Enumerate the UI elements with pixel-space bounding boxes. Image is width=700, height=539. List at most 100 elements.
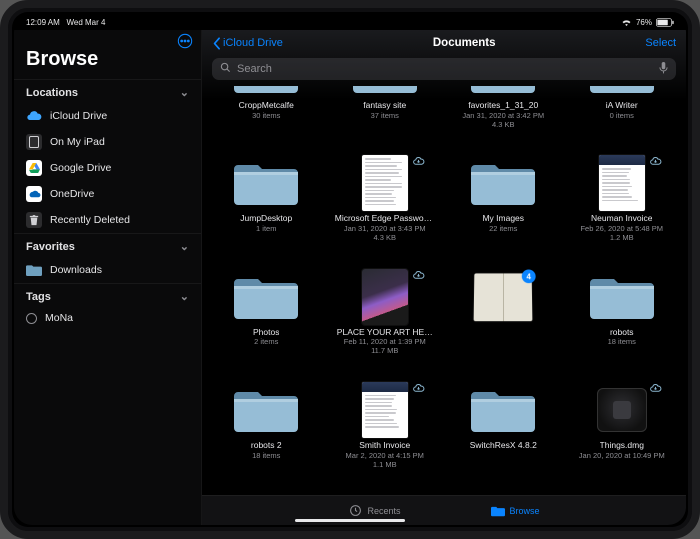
file-item[interactable]: favorites_1_31_20Jan 31, 2020 at 3:42 PM… — [453, 86, 554, 149]
file-item[interactable]: fantasy site37 items — [335, 86, 436, 149]
file-item[interactable]: Microsoft Edge PasswordsJan 31, 2020 at … — [335, 155, 436, 262]
thumb — [349, 269, 421, 325]
thumb — [586, 382, 658, 438]
dmg-thumb — [597, 388, 647, 432]
sidebar-item-onedrive[interactable]: OneDrive — [14, 181, 201, 207]
section-locations[interactable]: Locations ⌄ — [14, 79, 201, 103]
ipad-frame: 12:09 AM Wed Mar 4 76% Browse Locations … — [0, 0, 700, 539]
thumb — [349, 382, 421, 438]
thumb — [586, 269, 658, 325]
file-item[interactable]: Smith InvoiceMar 2, 2020 at 4:15 PM1.1 M… — [335, 382, 436, 489]
file-meta: 1 item — [256, 224, 276, 233]
folder-icon — [26, 262, 42, 278]
folder-icon — [234, 159, 298, 207]
file-meta: 30 items — [252, 111, 280, 120]
wifi-icon — [621, 18, 632, 26]
file-item[interactable]: SwitchResX 4.8.2 — [453, 382, 554, 489]
file-item[interactable]: iA Writer0 items — [572, 86, 673, 149]
file-name: favorites_1_31_20 — [468, 101, 538, 111]
thumb — [467, 155, 539, 211]
mic-icon[interactable] — [659, 62, 668, 77]
file-item[interactable]: Photos2 items — [216, 269, 317, 376]
chevron-down-icon: ⌄ — [180, 240, 189, 253]
document-thumb — [599, 155, 645, 211]
status-time: 12:09 AM — [26, 18, 60, 27]
file-name: PLACE YOUR ART HE… — [337, 328, 433, 338]
file-item[interactable]: JumpDesktop1 item — [216, 155, 317, 262]
file-meta: 18 items — [608, 337, 636, 346]
folder-icon — [471, 86, 535, 95]
tag-dot-icon — [26, 313, 37, 324]
file-name: robots 2 — [251, 441, 282, 451]
file-meta: 22 items — [489, 224, 517, 233]
chevron-down-icon: ⌄ — [180, 86, 189, 99]
sidebar-item-trash[interactable]: Recently Deleted — [14, 207, 201, 233]
tab-browse[interactable]: Browse — [491, 504, 540, 518]
sidebar: Browse Locations ⌄ iCloud Drive On My iP… — [14, 30, 202, 525]
chevron-down-icon: ⌄ — [180, 290, 189, 303]
sidebar-item-tag-mona[interactable]: MoNa — [14, 307, 201, 329]
file-name: SwitchResX 4.8.2 — [470, 441, 537, 451]
search-icon — [220, 62, 231, 76]
thumb — [230, 86, 302, 98]
file-size: 11.7 MB — [371, 346, 398, 355]
content-pane: iCloud Drive Documents Select Search Cro… — [202, 30, 686, 525]
sidebar-item-downloads[interactable]: Downloads — [14, 257, 201, 283]
file-name: Neuman Invoice — [591, 214, 652, 224]
file-meta: 0 items — [610, 111, 634, 120]
file-meta: Jan 31, 2020 at 3:42 PM — [462, 111, 544, 120]
file-size: 1.1 MB — [373, 460, 397, 469]
section-tags[interactable]: Tags ⌄ — [14, 283, 201, 307]
tab-recents[interactable]: Recents — [348, 504, 400, 518]
sidebar-item-gdrive[interactable]: Google Drive — [14, 155, 201, 181]
file-size: 4.3 KB — [373, 233, 396, 242]
file-name: Smith Invoice — [359, 441, 410, 451]
select-button[interactable]: Select — [645, 37, 676, 49]
file-item[interactable]: CroppMetcalfe30 items — [216, 86, 317, 149]
thumb — [586, 86, 658, 98]
thumb — [349, 155, 421, 211]
file-name: Things.dmg — [600, 441, 644, 451]
document-thumb — [362, 382, 408, 438]
thumb — [467, 86, 539, 98]
page-title: Documents — [283, 37, 646, 49]
file-item[interactable]: 4 — [453, 269, 554, 376]
sidebar-item-ipad[interactable]: On My iPad — [14, 129, 201, 155]
file-meta: 18 items — [252, 451, 280, 460]
file-name: JumpDesktop — [240, 214, 292, 224]
folder-icon — [234, 273, 298, 321]
file-name: My Images — [482, 214, 524, 224]
file-meta: 37 items — [371, 111, 399, 120]
file-item[interactable]: robots18 items — [572, 269, 673, 376]
sidebar-item-icloud[interactable]: iCloud Drive — [14, 103, 201, 129]
trash-icon — [26, 212, 42, 228]
file-size: 1.2 MB — [610, 233, 634, 242]
navbar: iCloud Drive Documents Select — [202, 30, 686, 54]
screen: 12:09 AM Wed Mar 4 76% Browse Locations … — [14, 14, 686, 525]
file-name: CroppMetcalfe — [239, 101, 294, 111]
clock-icon — [348, 504, 362, 518]
onedrive-icon — [26, 186, 42, 202]
ipad-icon — [26, 134, 42, 150]
thumb — [230, 269, 302, 325]
section-favorites[interactable]: Favorites ⌄ — [14, 233, 201, 257]
file-item[interactable]: My Images22 items — [453, 155, 554, 262]
book-thumb: 4 — [474, 273, 533, 321]
file-item[interactable]: Things.dmgJan 20, 2020 at 10:49 PM — [572, 382, 673, 489]
status-date: Wed Mar 4 — [66, 18, 105, 27]
thumb — [230, 382, 302, 438]
cloud-download-icon — [412, 155, 425, 168]
file-item[interactable]: PLACE YOUR ART HE…Feb 11, 2020 at 1:39 P… — [335, 269, 436, 376]
file-item[interactable]: Neuman InvoiceFeb 26, 2020 at 5:48 PM1.2… — [572, 155, 673, 262]
search-input[interactable]: Search — [212, 58, 676, 80]
thumb — [230, 155, 302, 211]
more-icon[interactable] — [177, 33, 193, 49]
file-name: Microsoft Edge Passwords — [335, 214, 435, 224]
file-item[interactable]: robots 218 items — [216, 382, 317, 489]
battery-pct: 76% — [636, 18, 652, 27]
file-name: Photos — [253, 328, 279, 338]
cloud-download-icon — [649, 155, 662, 168]
back-button[interactable]: iCloud Drive — [212, 37, 283, 50]
file-meta: Feb 11, 2020 at 1:39 PM — [344, 337, 426, 346]
home-indicator[interactable] — [295, 519, 405, 523]
